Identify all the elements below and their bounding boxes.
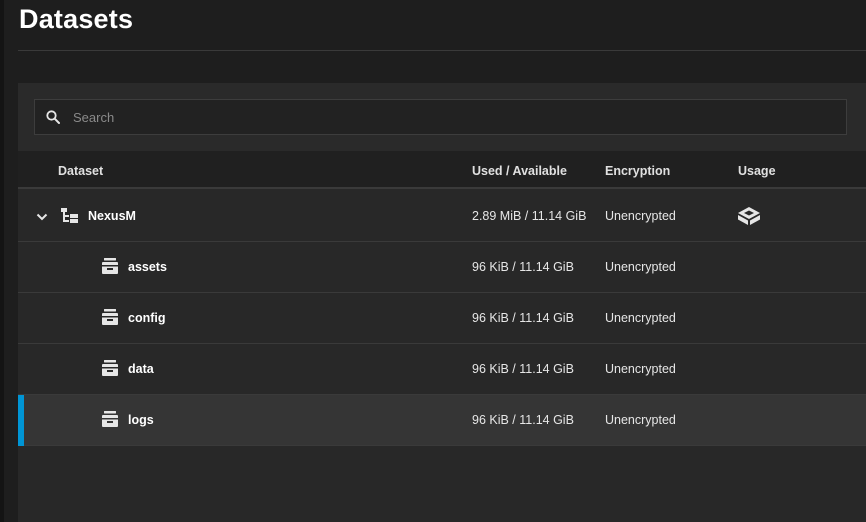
archive-box-icon: [102, 411, 118, 427]
encryption-status: Unencrypted: [605, 209, 676, 223]
column-header-dataset[interactable]: Dataset: [58, 164, 103, 178]
column-header-used-available[interactable]: Used / Available: [472, 164, 567, 178]
dataset-name: config: [128, 311, 166, 325]
used-available-value: 96 KiB / 11.14 GiB: [472, 362, 574, 376]
table-row-logs[interactable]: logs 96 KiB / 11.14 GiB Unencrypted: [18, 395, 866, 446]
archive-box-icon: [102, 309, 118, 325]
used-available-value: 96 KiB / 11.14 GiB: [472, 260, 574, 274]
encryption-status: Unencrypted: [605, 413, 676, 427]
encryption-status: Unencrypted: [605, 311, 676, 325]
title-divider: [18, 50, 866, 51]
search-input[interactable]: [73, 100, 846, 134]
selection-indicator: [18, 395, 24, 446]
used-available-value: 96 KiB / 11.14 GiB: [472, 413, 574, 427]
chevron-down-icon[interactable]: [36, 211, 48, 223]
dataset-name: data: [128, 362, 154, 376]
dataset-name: assets: [128, 260, 167, 274]
used-available-value: 96 KiB / 11.14 GiB: [472, 311, 574, 325]
column-header-usage[interactable]: Usage: [738, 164, 776, 178]
column-header-encryption[interactable]: Encryption: [605, 164, 670, 178]
table-row-data[interactable]: data 96 KiB / 11.14 GiB Unencrypted: [18, 344, 866, 395]
search-box[interactable]: [34, 99, 847, 135]
encryption-status: Unencrypted: [605, 260, 676, 274]
encryption-status: Unencrypted: [605, 362, 676, 376]
table-row-assets[interactable]: assets 96 KiB / 11.14 GiB Unencrypted: [18, 242, 866, 293]
archive-box-icon: [102, 360, 118, 376]
search-bar: [18, 83, 866, 151]
dataset-name: NexusM: [88, 209, 136, 223]
datasets-panel: Dataset Used / Available Encryption Usag…: [18, 83, 866, 522]
dataset-name: logs: [128, 413, 154, 427]
left-edge: [0, 0, 4, 522]
table-row-config[interactable]: config 96 KiB / 11.14 GiB Unencrypted: [18, 293, 866, 344]
search-icon: [45, 109, 61, 125]
used-available-value: 2.89 MiB / 11.14 GiB: [472, 209, 587, 223]
archive-box-icon: [102, 258, 118, 274]
page-title: Datasets: [19, 4, 134, 34]
tree-structure-icon: [61, 208, 78, 223]
table-row-nexusm[interactable]: NexusM 2.89 MiB / 11.14 GiB Unencrypted: [18, 191, 866, 242]
usage-icon: [738, 207, 760, 225]
table-header: Dataset Used / Available Encryption Usag…: [18, 151, 866, 189]
